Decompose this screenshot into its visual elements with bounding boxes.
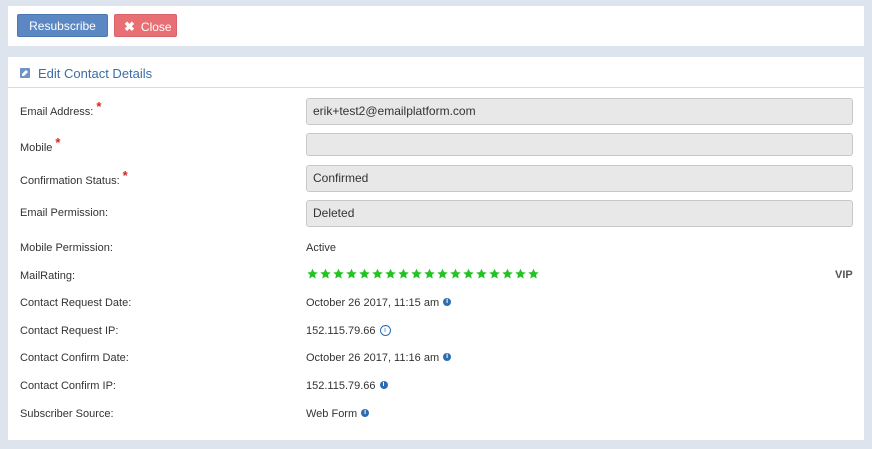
panel-header: Edit Contact Details: [8, 57, 864, 88]
contact-confirm-date: October 26 2017, 11:16 am i: [306, 352, 452, 364]
contact-confirm-ip: 152.115.79.66 i: [306, 380, 388, 392]
rating-star-icon: [424, 268, 435, 279]
rating-star-icon: [346, 268, 357, 279]
contact-request-date: October 26 2017, 11:15 am i: [306, 297, 452, 309]
close-button[interactable]: ✖ Close: [114, 14, 177, 37]
rating-star-icon: [502, 268, 513, 279]
info-icon[interactable]: i: [443, 353, 452, 362]
resubscribe-label: Resubscribe: [29, 19, 96, 33]
info-icon[interactable]: i: [443, 298, 452, 307]
rating-star-icon: [333, 268, 344, 279]
rating-star-icon: [489, 268, 500, 279]
close-label: Close: [140, 20, 172, 34]
rating-star-icon: [437, 268, 448, 279]
confirmation-status-label: Confirmation Status: *: [20, 168, 128, 187]
rating-star-icon: [398, 268, 409, 279]
email-address-value: erik+test2@emailplatform.com: [313, 104, 476, 118]
email-permission-label: Email Permission:: [20, 207, 109, 219]
contact-request-date-value: October 26 2017, 11:15 am: [306, 297, 440, 309]
confirmation-status-select[interactable]: Confirmed: [306, 165, 853, 192]
contact-request-ip-label: Contact Request IP:: [20, 325, 119, 337]
subscriber-source-value: Web Form: [306, 408, 358, 420]
mobile-field[interactable]: [306, 133, 853, 156]
required-marker: *: [122, 168, 128, 183]
contact-confirm-ip-label: Contact Confirm IP:: [20, 380, 116, 392]
contact-request-date-label: Contact Request Date:: [20, 297, 132, 309]
email-permission-select[interactable]: Deleted: [306, 200, 853, 227]
toolbar: Resubscribe ✖ Close: [8, 6, 864, 46]
close-x-icon: ✖: [124, 19, 135, 34]
edit-icon: [20, 68, 30, 78]
rating-star-icon: [411, 268, 422, 279]
required-marker: *: [96, 99, 102, 114]
mobile-permission-value: Active: [306, 242, 336, 254]
contact-confirm-ip-value: 152.115.79.66: [306, 380, 376, 392]
rating-star-icon: [528, 268, 539, 279]
info-outline-icon[interactable]: i: [379, 324, 391, 336]
rating-star-icon: [320, 268, 331, 279]
info-icon[interactable]: i: [361, 409, 370, 418]
panel-title: Edit Contact Details: [38, 66, 153, 81]
confirmation-status-label-text: Confirmation Status:: [20, 175, 120, 187]
info-icon[interactable]: i: [379, 381, 388, 390]
rating-star-icon: [307, 268, 318, 279]
rating-star-icon: [450, 268, 461, 279]
email-address-label-text: Email Address:: [20, 106, 94, 118]
rating-star-icon: [359, 268, 370, 279]
required-marker: *: [55, 135, 61, 150]
rating-star-icon: [463, 268, 474, 279]
subscriber-source: Web Form i: [306, 408, 370, 420]
contact-confirm-date-label: Contact Confirm Date:: [20, 352, 129, 364]
rating-star-icon: [385, 268, 396, 279]
email-address-field[interactable]: erik+test2@emailplatform.com: [306, 98, 853, 125]
mobile-label: Mobile *: [20, 135, 60, 154]
mailrating-label: MailRating:: [20, 270, 76, 282]
subscriber-source-label: Subscriber Source:: [20, 408, 114, 420]
contact-request-ip-value: 152.115.79.66: [306, 325, 376, 337]
mobile-permission-label: Mobile Permission:: [20, 242, 113, 254]
contact-request-ip: 152.115.79.66 i: [306, 324, 391, 337]
vip-badge: VIP: [835, 269, 853, 281]
edit-contact-panel: Edit Contact Details Email Address: * eri…: [8, 57, 864, 440]
rating-star-icon: [372, 268, 383, 279]
rating-star-icon: [515, 268, 526, 279]
contact-confirm-date-value: October 26 2017, 11:16 am: [306, 352, 440, 364]
mobile-label-text: Mobile: [20, 142, 53, 154]
email-permission-value: Deleted: [313, 206, 355, 220]
mailrating-stars: [306, 268, 540, 280]
resubscribe-button[interactable]: Resubscribe: [17, 14, 108, 37]
confirmation-status-value: Confirmed: [313, 171, 369, 185]
rating-star-icon: [476, 268, 487, 279]
email-address-label: Email Address: *: [20, 99, 101, 118]
